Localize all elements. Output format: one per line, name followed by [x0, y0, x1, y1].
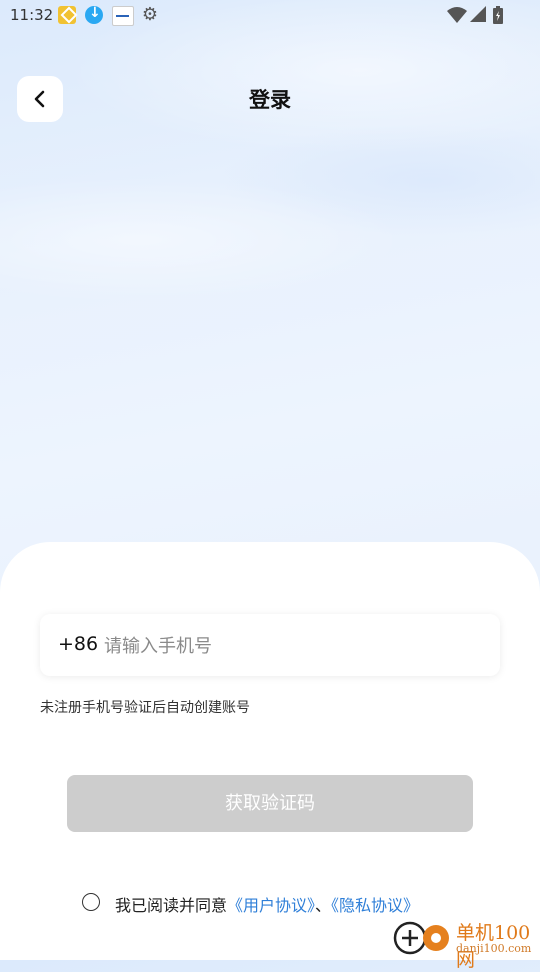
download-icon — [85, 5, 103, 24]
watermark-logo-icon — [393, 921, 449, 955]
signal-icon — [470, 6, 486, 22]
app-notification-icon — [112, 6, 134, 26]
agreement-text: 我已阅读并同意《用户协议》、《隐私协议》 — [115, 892, 419, 916]
country-code[interactable]: +86 — [58, 633, 98, 655]
app-notification-icon — [58, 6, 76, 24]
watermark: 单机100网 danji100.com — [392, 918, 540, 971]
phone-field[interactable]: +86 — [40, 614, 500, 676]
register-hint: 未注册手机号验证后自动创建账号 — [40, 700, 250, 716]
gear-icon: ⚙ — [141, 4, 159, 25]
page-title: 登录 — [249, 88, 291, 112]
wifi-icon — [447, 7, 467, 23]
agreement-checkbox[interactable] — [82, 893, 100, 911]
get-code-button[interactable]: 获取验证码 — [67, 775, 473, 832]
watermark-domain: danji100.com — [456, 942, 532, 955]
status-bar: 11:32 ⚙ — [0, 0, 540, 32]
privacy-policy-link[interactable]: 《隐私协议》 — [331, 896, 419, 915]
agreement-separator: 、 — [315, 896, 332, 915]
status-time: 11:32 — [10, 6, 54, 24]
battery-icon — [493, 6, 503, 24]
agreement-prefix: 我已阅读并同意 — [115, 896, 228, 915]
phone-input[interactable] — [102, 628, 486, 664]
user-agreement-link[interactable]: 《用户协议》 — [227, 896, 315, 915]
